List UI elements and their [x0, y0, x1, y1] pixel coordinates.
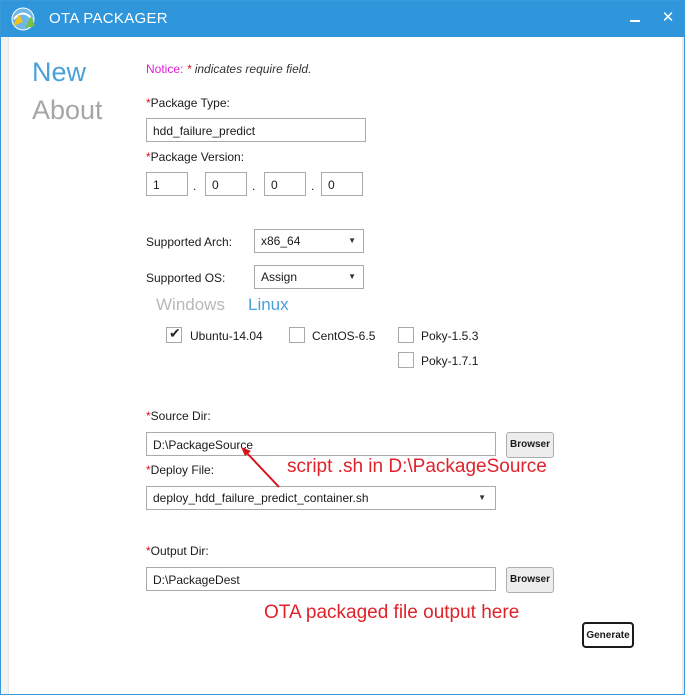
package-type-label: *Package Type: [146, 96, 230, 110]
supported-os-select[interactable]: Assign ▼ [254, 265, 364, 289]
notice-message: indicates require field. [191, 62, 312, 76]
supported-arch-select[interactable]: x86_64 ▼ [254, 229, 364, 253]
source-dir-browse-button[interactable]: Browser [506, 432, 554, 458]
dropdown-arrow-icon: ▼ [348, 272, 356, 281]
script-annotation: script .sh in D:\PackageSource [287, 456, 547, 477]
source-dir-label-text: Source Dir: [150, 409, 211, 423]
version-separator: . [193, 179, 197, 193]
source-dir-label: *Source Dir: [146, 409, 211, 423]
poky-171-label: Poky-1.7.1 [421, 354, 479, 368]
centos-label: CentOS-6.5 [312, 329, 376, 343]
package-type-label-text: Package Type: [150, 96, 230, 110]
centos-checkbox[interactable] [289, 327, 305, 343]
version-minor-input[interactable]: 0 [205, 172, 247, 196]
version-patch-input[interactable]: 0 [264, 172, 306, 196]
nav-new[interactable]: New [32, 57, 86, 88]
package-type-input[interactable]: hdd_failure_predict [146, 118, 366, 142]
dropdown-arrow-icon: ▼ [478, 493, 486, 502]
package-version-label-text: Package Version: [150, 150, 245, 164]
ota-packager-window: OTA PACKAGER ✕ New About Notice: * indic… [0, 0, 685, 695]
output-annotation: OTA packaged file output here [264, 602, 520, 623]
source-dir-input[interactable]: D:\PackageSource [146, 432, 496, 456]
right-border [682, 37, 684, 694]
version-build-input[interactable]: 0 [321, 172, 363, 196]
supported-os-value: Assign [261, 270, 298, 284]
tab-windows[interactable]: Windows [156, 295, 225, 315]
poky-171-checkbox[interactable] [398, 352, 414, 368]
supported-arch-label: Supported Arch: [146, 235, 233, 249]
output-dir-label: *Output Dir: [146, 544, 209, 558]
minimize-icon [630, 20, 640, 22]
version-separator: . [252, 179, 256, 193]
output-dir-label-text: Output Dir: [150, 544, 209, 558]
app-logo-icon [11, 7, 35, 31]
deploy-file-label-text: Deploy File: [150, 463, 215, 477]
version-major-input[interactable]: 1 [146, 172, 188, 196]
deploy-file-label: *Deploy File: [146, 463, 214, 477]
dropdown-arrow-icon: ▼ [348, 236, 356, 245]
deploy-file-select[interactable]: deploy_hdd_failure_predict_container.sh … [146, 486, 496, 510]
title-bar[interactable]: OTA PACKAGER ✕ [1, 1, 684, 37]
output-dir-browse-button[interactable]: Browser [506, 567, 554, 593]
notice-text: Notice: * indicates require field. [146, 62, 311, 76]
supported-arch-value: x86_64 [261, 234, 301, 248]
checkmark-icon: ✔ [169, 325, 181, 341]
poky-153-checkbox[interactable] [398, 327, 414, 343]
package-version-label: *Package Version: [146, 150, 244, 164]
close-button[interactable]: ✕ [659, 9, 677, 27]
version-separator: . [311, 179, 315, 193]
ubuntu-checkbox[interactable]: ✔ [166, 325, 182, 343]
minimize-button[interactable] [626, 9, 644, 27]
tab-linux[interactable]: Linux [248, 295, 289, 315]
ubuntu-label: Ubuntu-14.04 [190, 329, 263, 343]
generate-button[interactable]: Generate [582, 622, 634, 648]
nav-about[interactable]: About [32, 95, 103, 126]
window-title: OTA PACKAGER [49, 10, 168, 27]
output-dir-input[interactable]: D:\PackageDest [146, 567, 496, 591]
left-border [1, 37, 9, 694]
poky-153-label: Poky-1.5.3 [421, 329, 479, 343]
notice-label: Notice: [146, 62, 184, 76]
supported-os-label: Supported OS: [146, 271, 226, 285]
